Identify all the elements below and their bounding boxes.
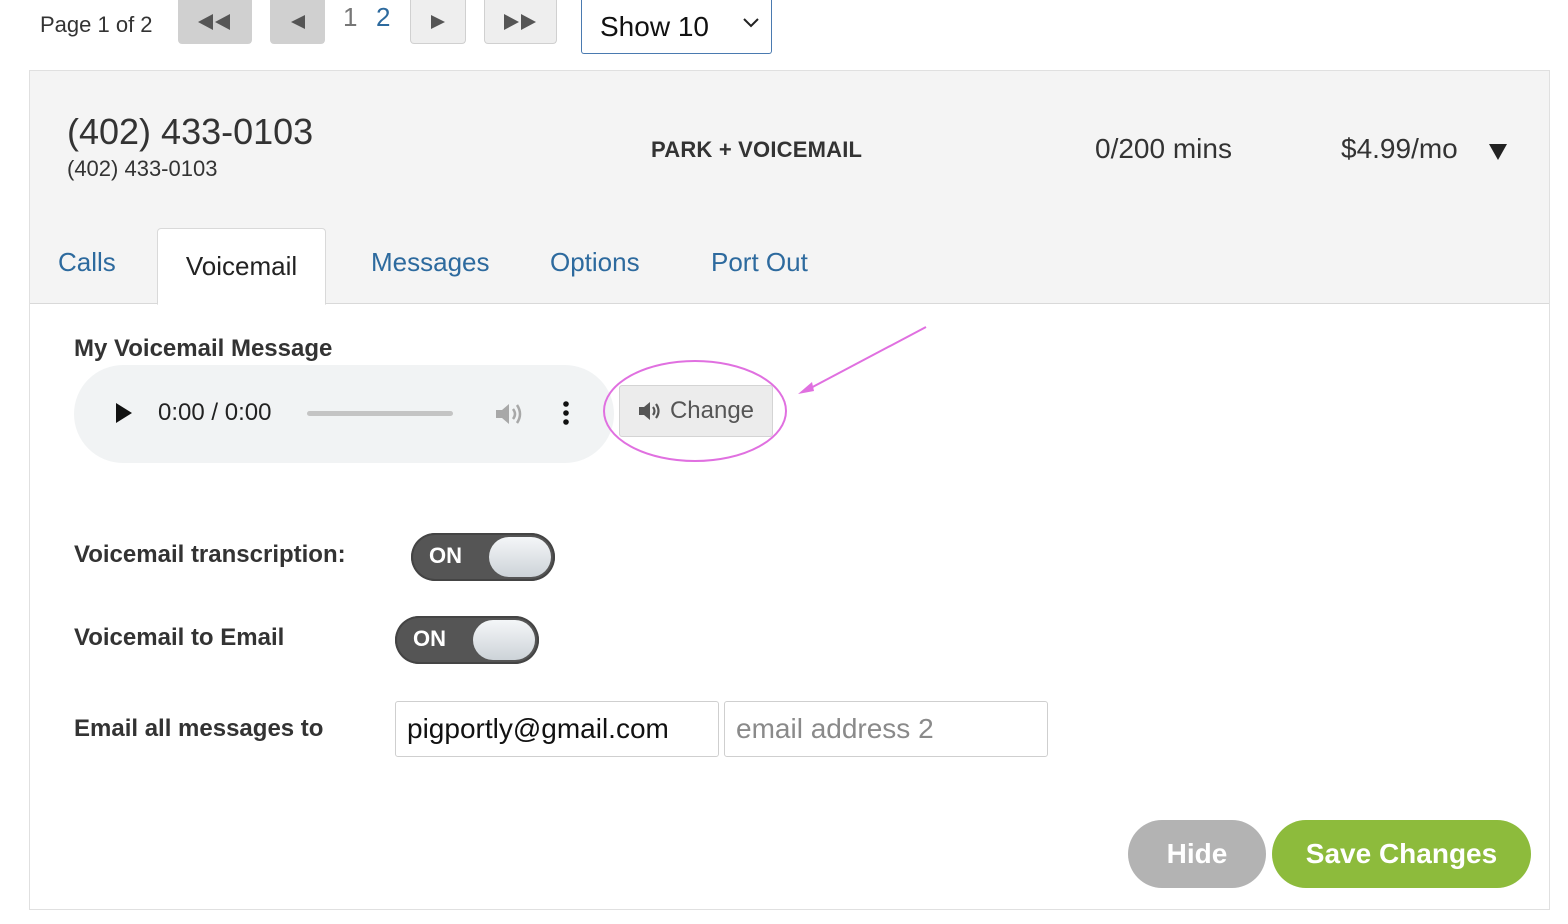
page-size-value: Show 10: [600, 10, 709, 42]
minutes-usage: 0/200 mins: [1095, 133, 1232, 164]
tab-options[interactable]: Options: [550, 247, 640, 278]
audio-seek-bar[interactable]: [307, 411, 453, 416]
voicemail-to-email-toggle[interactable]: ON: [395, 616, 539, 664]
audio-player: 0:00 / 0:00: [74, 365, 614, 463]
chevron-down-icon: [743, 18, 759, 28]
double-left-arrow-icon: [198, 13, 230, 30]
double-right-arrow-icon: [503, 13, 536, 30]
change-button-label: Change: [669, 397, 755, 424]
page-1-link[interactable]: 1: [343, 2, 357, 33]
play-button[interactable]: [114, 401, 134, 430]
play-icon: [116, 403, 132, 423]
phone-number: (402) 433-0103: [67, 111, 314, 152]
page-2-link[interactable]: 2: [376, 2, 390, 33]
voicemail-to-email-toggle-state: ON: [413, 626, 446, 651]
save-changes-button[interactable]: Save Changes: [1272, 820, 1531, 888]
page-size-select[interactable]: Show 10: [581, 0, 772, 54]
voicemail-to-email-label: Voicemail to Email: [74, 624, 285, 651]
tab-voicemail[interactable]: Voicemail: [157, 228, 326, 305]
email-address-2-field[interactable]: [724, 701, 1048, 757]
volume-icon: [496, 404, 522, 424]
prev-page-button[interactable]: [270, 0, 325, 44]
phone-number-secondary: (402) 433-0103: [67, 156, 218, 181]
toggle-knob: [489, 537, 551, 577]
caret-down-icon: [1489, 144, 1507, 160]
right-arrow-icon: [431, 14, 445, 29]
first-page-button[interactable]: [178, 0, 252, 44]
tab-messages[interactable]: Messages: [371, 247, 490, 278]
last-page-button[interactable]: [484, 0, 557, 44]
toggle-knob: [473, 620, 535, 660]
more-vertical-icon: [563, 401, 569, 425]
speaker-icon: [638, 400, 664, 422]
email-messages-label: Email all messages to: [74, 715, 324, 742]
audio-time: 0:00 / 0:00: [158, 399, 272, 426]
next-page-button[interactable]: [410, 0, 466, 44]
line-card: (402) 433-0103 (402) 433-0103 PARK + VOI…: [29, 70, 1550, 910]
transcription-label: Voicemail transcription:: [74, 541, 346, 568]
transcription-toggle-state: ON: [429, 543, 462, 568]
mute-button[interactable]: [494, 401, 524, 432]
expand-toggle[interactable]: [1488, 143, 1508, 166]
page-indicator: Page 1 of 2: [40, 12, 153, 37]
tab-port-out[interactable]: Port Out: [711, 247, 808, 278]
voicemail-message-heading: My Voicemail Message: [74, 335, 333, 362]
change-greeting-button[interactable]: Change: [619, 385, 773, 437]
plan-name: PARK + VOICEMAIL: [651, 137, 863, 162]
email-address-1-field[interactable]: [395, 701, 719, 757]
left-arrow-icon: [290, 14, 305, 29]
transcription-toggle[interactable]: ON: [411, 533, 555, 581]
pagination-bar: Page 1 of 2 1 2 Show 10: [0, 0, 1568, 60]
tab-calls[interactable]: Calls: [58, 247, 116, 278]
hide-button[interactable]: Hide: [1128, 820, 1266, 888]
audio-more-button[interactable]: [562, 399, 570, 432]
plan-price: $4.99/mo: [1341, 133, 1458, 164]
